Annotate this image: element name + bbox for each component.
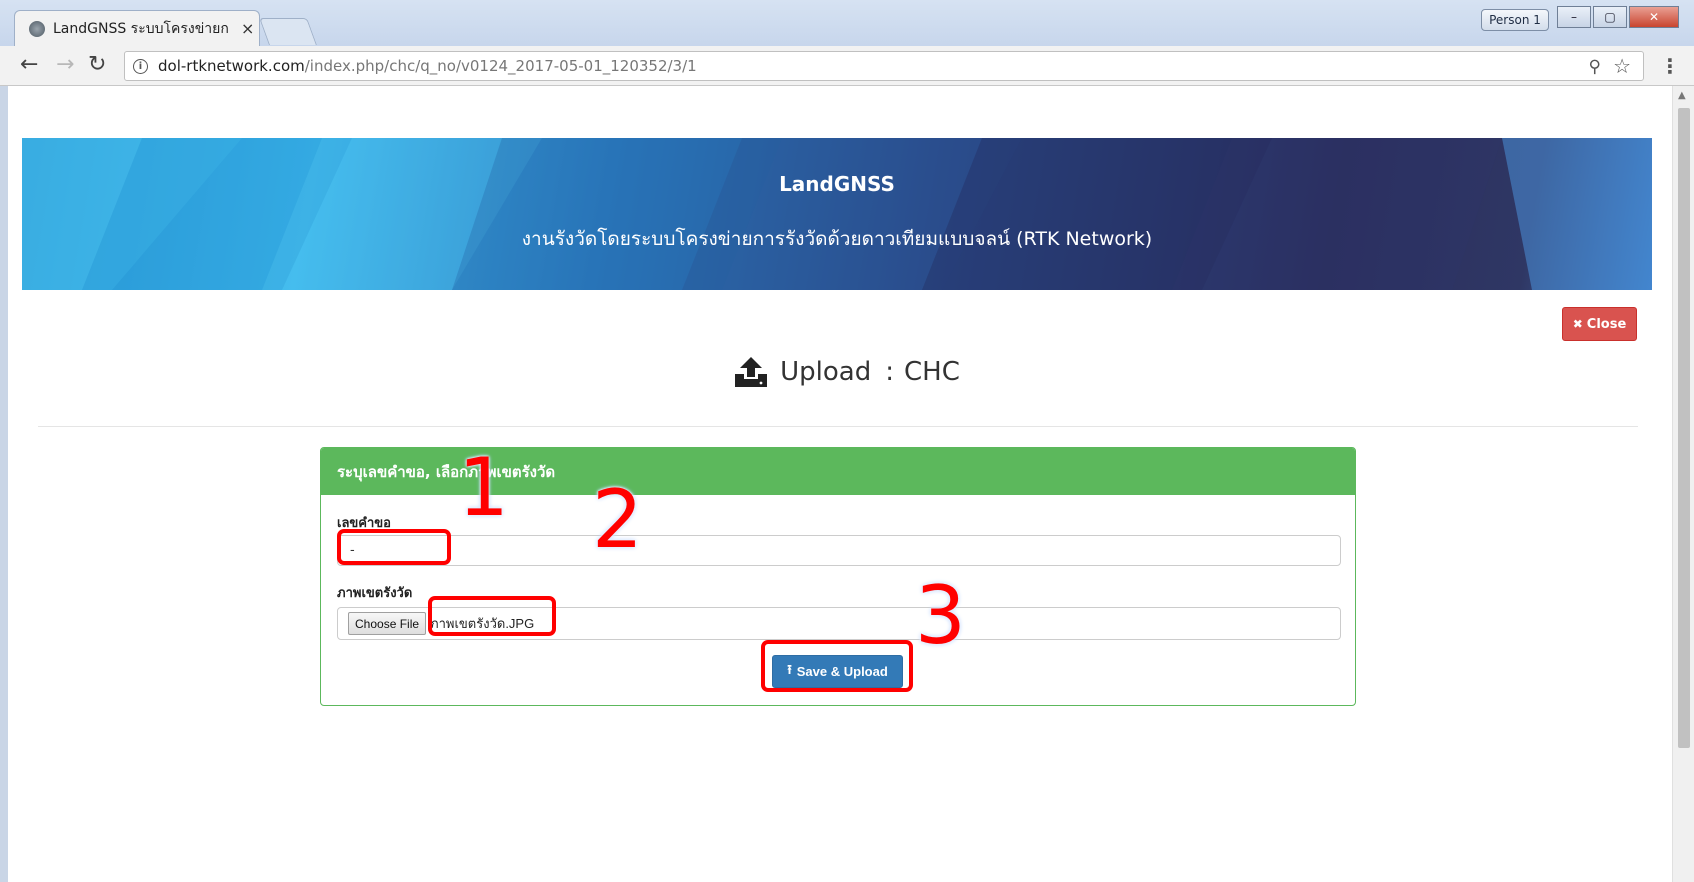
menu-icon[interactable]: ⋮ [1660,54,1680,78]
annotation-number-2: 2 [592,473,643,566]
banner-background [22,138,1652,290]
annotation-box-2 [428,596,556,636]
maximize-button[interactable]: ▢ [1593,6,1627,28]
window-close-button[interactable]: ✕ [1629,6,1679,28]
browser-tab[interactable]: LandGNSS ระบบโครงข่ายก × [14,10,260,46]
window-controls: – ▢ ✕ [1557,6,1679,28]
upload-icon [735,357,768,387]
close-x-icon: ✖ [1572,317,1583,331]
tab-close-icon[interactable]: × [241,19,254,38]
page-title: Upload : CHC [0,352,1694,392]
reload-icon[interactable]: ↻ [88,54,106,76]
star-icon[interactable]: ☆ [1613,54,1631,78]
choose-file-button[interactable]: Choose File [348,612,427,635]
header-banner: LandGNSS งานรังวัดโดยระบบโครงข่ายการรังว… [22,138,1652,290]
survey-image-label: ภาพเขตรังวัด [337,586,413,601]
page-title-subtitle: CHC [904,357,960,387]
window-frame [0,86,8,882]
banner-title: LandGNSS [779,172,895,196]
site-favicon-icon [29,20,45,37]
page-title-separator: : [885,357,894,387]
request-number-input[interactable] [337,535,1341,566]
browser-toolbar: ← → ↻ i dol-rtknetwork.com/index.php/chc… [0,46,1694,86]
page-viewport: LandGNSS งานรังวัดโดยระบบโครงข่ายการรังว… [0,86,1694,882]
url-host: dol-rtknetwork.com [158,57,305,75]
annotation-box-3 [761,640,913,692]
heading-divider [38,426,1638,427]
new-tab-button[interactable] [259,18,317,45]
scroll-up-icon[interactable]: ▲ [1678,90,1686,101]
minimize-button[interactable]: – [1557,6,1591,28]
back-icon[interactable]: ← [20,54,38,76]
info-icon[interactable]: i [133,58,148,74]
close-button-label: Close [1586,316,1627,332]
address-bar[interactable]: i dol-rtknetwork.com/index.php/chc/q_no/… [124,51,1644,81]
page-title-text: Upload [780,357,872,387]
annotation-number-1: 1 [458,441,509,534]
annotation-number-3: 3 [915,569,966,662]
close-button[interactable]: ✖ Close [1562,307,1637,341]
annotation-box-1 [337,529,451,565]
scroll-thumb[interactable] [1678,108,1690,748]
banner-subtitle: งานรังวัดโดยระบบโครงข่ายการรังวัดด้วยดาว… [521,228,1153,250]
title-bar: LandGNSS ระบบโครงข่ายก × Person 1 – ▢ ✕ [0,0,1694,46]
forward-icon[interactable]: → [56,54,74,76]
profile-button[interactable]: Person 1 [1481,9,1549,31]
zoom-icon[interactable]: ⚲ [1589,57,1601,77]
tab-title: LandGNSS ระบบโครงข่ายก [53,20,229,37]
vertical-scrollbar[interactable]: ▲ [1672,86,1694,882]
url-path: /index.php/chc/q_no/v0124_2017-05-01_120… [304,57,697,75]
